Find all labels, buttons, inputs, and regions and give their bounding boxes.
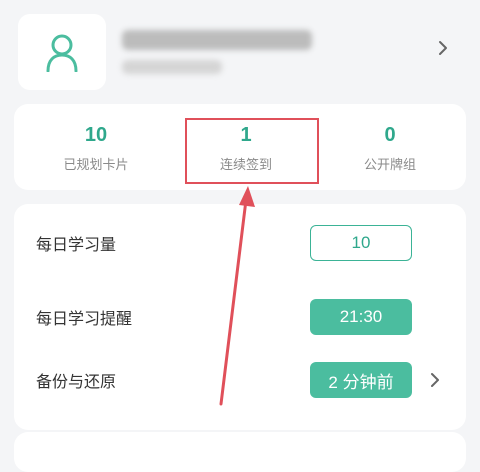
red-arrow-icon [219,186,255,406]
